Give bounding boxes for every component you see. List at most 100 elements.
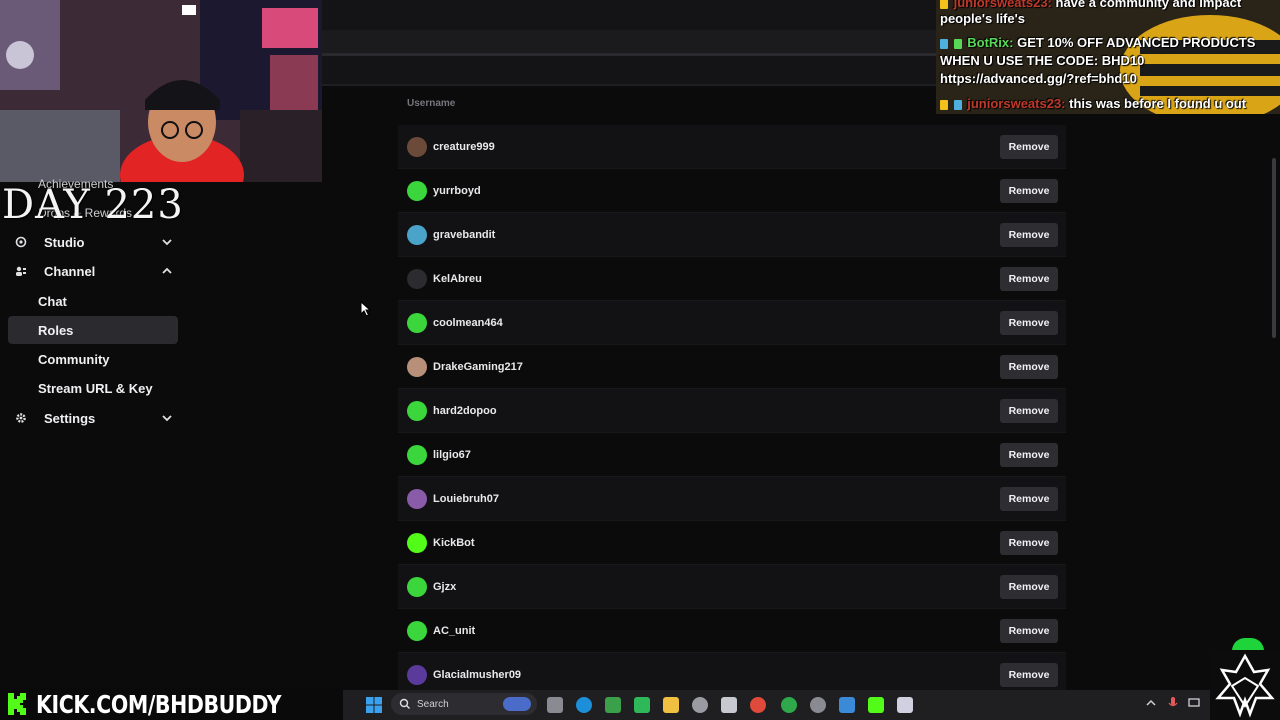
store-icon[interactable]: [721, 697, 737, 713]
remove-button[interactable]: Remove: [1000, 178, 1058, 203]
sidebar-item-settings[interactable]: Settings: [8, 404, 178, 432]
app-icon[interactable]: [897, 697, 913, 713]
search-highlight-icon: [503, 697, 531, 711]
mouse-cursor-icon: [360, 301, 372, 317]
sidebar-item-chat[interactable]: Chat: [8, 287, 178, 315]
verified-icon: [940, 38, 948, 49]
app-icon[interactable]: [810, 697, 826, 713]
username-cell: yurrboyd: [433, 184, 481, 197]
username-cell: KickBot: [433, 536, 475, 549]
username-cell: Gjzx: [433, 580, 457, 593]
app-icon[interactable]: [605, 697, 621, 713]
table-row: Gjzx Remove: [398, 565, 1066, 609]
avatar: [407, 180, 427, 201]
avatar: [407, 620, 427, 641]
kick-logo-icon: [8, 693, 26, 715]
username-cell: Glacialmusher09: [433, 668, 522, 681]
header-search-bar[interactable]: [322, 30, 936, 56]
remove-button[interactable]: Remove: [1000, 486, 1058, 511]
username-cell: gravebandit: [433, 228, 496, 241]
sidebar-item-studio[interactable]: Studio: [8, 228, 178, 256]
table-row: coolmean464 Remove: [398, 301, 1066, 345]
table-row: AC_unit Remove: [398, 609, 1066, 653]
sidebar-item-label: Channel: [44, 263, 96, 279]
chevron-up-icon: [160, 264, 174, 278]
remove-button[interactable]: Remove: [1000, 574, 1058, 599]
remove-button[interactable]: Remove: [1000, 310, 1058, 335]
table-row: KelAbreu Remove: [398, 257, 1066, 301]
search-label: Search: [417, 698, 449, 710]
sidebar-item-stream-url-key[interactable]: Stream URL & Key: [8, 374, 178, 402]
sidebar-item-label: Settings: [44, 410, 96, 426]
avatar: [407, 224, 427, 245]
avatar: [407, 532, 427, 553]
username-cell: creature999: [433, 140, 495, 153]
avatar: [407, 356, 427, 377]
remove-button[interactable]: Remove: [1000, 442, 1058, 467]
remove-button[interactable]: Remove: [1000, 266, 1058, 291]
table-row: hard2dopoo Remove: [398, 389, 1066, 433]
app-icon[interactable]: [634, 697, 650, 713]
file-explorer-icon[interactable]: [663, 697, 679, 713]
avatar: [407, 400, 427, 421]
table-row: gravebandit Remove: [398, 213, 1066, 257]
avatar: [407, 576, 427, 597]
remove-button[interactable]: Remove: [1000, 398, 1058, 423]
chat-message-link: https://advanced.gg/?ref=bhd10: [940, 71, 1137, 86]
bot-icon: [953, 38, 962, 49]
table-row: Louiebruh07 Remove: [398, 477, 1066, 521]
roles-table: Username creature999 Remove yurrboyd Remove…: [398, 94, 1066, 697]
avatar: [407, 136, 427, 157]
avatar: [407, 664, 427, 685]
chevron-down-icon: [160, 235, 174, 249]
xbox-icon[interactable]: [781, 697, 797, 713]
table-row: KickBot Remove: [398, 521, 1066, 565]
table-row: yurrboyd Remove: [398, 169, 1066, 213]
app-icon[interactable]: [839, 697, 855, 713]
remove-button[interactable]: Remove: [1000, 354, 1058, 379]
sidebar-item-channel[interactable]: Channel: [8, 257, 178, 285]
page-scrollbar[interactable]: [1272, 158, 1276, 338]
chevron-down-icon: [160, 411, 174, 425]
brand-overlay: KICK.COM/BHDBUDDY: [0, 688, 343, 720]
avatar: [407, 444, 427, 465]
network-icon[interactable]: [1187, 696, 1201, 710]
sidebar-item-community[interactable]: Community: [8, 345, 178, 373]
chevron-up-icon[interactable]: [1144, 696, 1158, 710]
search-icon: [399, 698, 410, 709]
edge-icon[interactable]: [576, 697, 592, 713]
username-cell: KelAbreu: [433, 272, 482, 285]
chat-message-continued: people's life's: [940, 11, 1025, 26]
table-row: DrakeGaming217 Remove: [398, 345, 1066, 389]
task-view-icon[interactable]: [547, 697, 563, 713]
avatar: [407, 268, 427, 289]
username-cell: lilgio67: [433, 448, 471, 461]
steam-icon[interactable]: [692, 697, 708, 713]
taskbar-search[interactable]: Search: [391, 693, 537, 715]
windows-start-icon[interactable]: [366, 697, 382, 713]
streamer-logo-icon: [1210, 650, 1280, 720]
remove-button[interactable]: Remove: [1000, 134, 1058, 159]
channel-icon: [14, 264, 28, 278]
username-cell: DrakeGaming217: [433, 360, 523, 373]
microphone-icon[interactable]: [1166, 696, 1180, 710]
remove-button[interactable]: Remove: [1000, 530, 1058, 555]
chrome-icon[interactable]: [750, 697, 766, 713]
badge-icon: [940, 0, 948, 9]
avatar: [407, 312, 427, 333]
chat-message: BotRix: GET 10% OFF ADVANCED PRODUCTS: [940, 34, 1255, 52]
table-row: lilgio67 Remove: [398, 433, 1066, 477]
username-cell: Louiebruh07: [433, 492, 500, 505]
username-cell: coolmean464: [433, 316, 503, 329]
webcam-overlay: [0, 0, 322, 182]
remove-button[interactable]: Remove: [1000, 618, 1058, 643]
table-row: creature999 Remove: [398, 125, 1066, 169]
username-cell: AC_unit: [433, 624, 476, 637]
chat-message-continued: WHEN U USE THE CODE: BHD10: [940, 53, 1145, 68]
kick-app-icon[interactable]: [868, 697, 884, 713]
remove-button[interactable]: Remove: [1000, 222, 1058, 247]
sidebar-item-roles[interactable]: Roles: [8, 316, 178, 344]
day-counter-overlay: DAY 223: [2, 182, 184, 228]
remove-button[interactable]: Remove: [1000, 662, 1058, 687]
sidebar-item-label: Studio: [44, 234, 85, 250]
